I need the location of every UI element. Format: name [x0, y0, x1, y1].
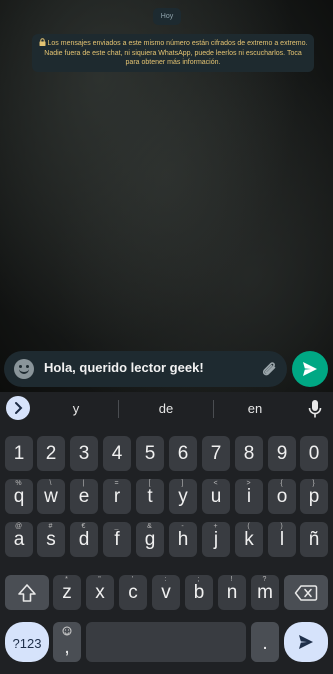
mic-icon[interactable] [308, 399, 322, 419]
chevron-right-icon[interactable] [6, 396, 30, 420]
emoji-icon[interactable] [14, 359, 34, 379]
key-l[interactable]: ) l [268, 522, 296, 557]
keyboard: y de en 1 2 3 4 5 6 7 8 9 0 % q \ w | e = r … [0, 392, 333, 674]
key-y[interactable]: ] y [169, 479, 197, 514]
key-0[interactable]: 0 [300, 436, 328, 471]
emoji-icon [62, 626, 72, 636]
key-j[interactable]: + j [202, 522, 230, 557]
key-i[interactable]: > i [235, 479, 263, 514]
key-a[interactable]: @ a [5, 522, 33, 557]
symbols-key[interactable]: ?123 [5, 622, 49, 662]
shift-icon [18, 584, 36, 602]
key-r[interactable]: = r [103, 479, 131, 514]
space-key[interactable] [86, 622, 246, 662]
message-input[interactable]: Hola, querido lector geek! [44, 360, 204, 375]
enter-key[interactable] [284, 622, 328, 662]
key-n-tilde[interactable]: ñ [300, 522, 328, 557]
key-u[interactable]: < u [202, 479, 230, 514]
key-8[interactable]: 8 [235, 436, 263, 471]
suggestion-3[interactable]: en [225, 401, 285, 416]
key-x[interactable]: " x [86, 575, 114, 610]
key-n[interactable]: ! n [218, 575, 246, 610]
key-7[interactable]: 7 [202, 436, 230, 471]
key-9[interactable]: 9 [268, 436, 296, 471]
key-o[interactable]: {o [268, 479, 296, 514]
key-c[interactable]: ' c [119, 575, 147, 610]
key-5[interactable]: 5 [136, 436, 164, 471]
key-2[interactable]: 2 [37, 436, 65, 471]
suggestion-bar: y de en [0, 392, 333, 426]
key-t[interactable]: [t [136, 479, 164, 514]
lock-icon [39, 38, 48, 47]
message-composer[interactable]: Hola, querido lector geek! [4, 351, 287, 387]
suggestion-2[interactable]: de [136, 401, 196, 416]
suggestion-divider [118, 400, 119, 418]
key-s[interactable]: # s [37, 522, 65, 557]
suggestion-1[interactable]: y [46, 401, 106, 416]
key-p[interactable]: } p [300, 479, 328, 514]
send-button[interactable] [292, 351, 328, 387]
paperclip-icon[interactable] [260, 359, 280, 379]
key-d[interactable]: € d [70, 522, 98, 557]
encryption-notice[interactable]: Los mensajes enviados a este mismo númer… [32, 34, 314, 72]
key-g[interactable]: & g [136, 522, 164, 557]
key-4[interactable]: 4 [103, 436, 131, 471]
period-key[interactable]: . [251, 622, 279, 662]
key-q[interactable]: % q [5, 479, 33, 514]
key-z[interactable]: * z [53, 575, 81, 610]
key-b[interactable]: ; b [185, 575, 213, 610]
key-6[interactable]: 6 [169, 436, 197, 471]
key-k[interactable]: (k [235, 522, 263, 557]
backspace-key[interactable] [284, 575, 328, 610]
key-w[interactable]: \ w [37, 479, 65, 514]
key-v[interactable]: :v [152, 575, 180, 610]
encryption-notice-text: Los mensajes enviados a este mismo númer… [44, 40, 308, 67]
key-h[interactable]: -h [169, 522, 197, 557]
suggestion-divider [213, 400, 214, 418]
comma-key[interactable]: , [53, 622, 81, 662]
date-chip-label: Hoy [160, 13, 174, 20]
backspace-icon [294, 585, 318, 601]
key-3[interactable]: 3 [70, 436, 98, 471]
shift-key[interactable] [5, 575, 49, 610]
key-m[interactable]: ? m [251, 575, 279, 610]
send-icon [303, 362, 317, 376]
date-chip: Hoy [153, 8, 181, 25]
key-e[interactable]: | e [70, 479, 98, 514]
key-1[interactable]: 1 [5, 436, 33, 471]
key-f[interactable]: _ f [103, 522, 131, 557]
send-icon [299, 635, 313, 649]
